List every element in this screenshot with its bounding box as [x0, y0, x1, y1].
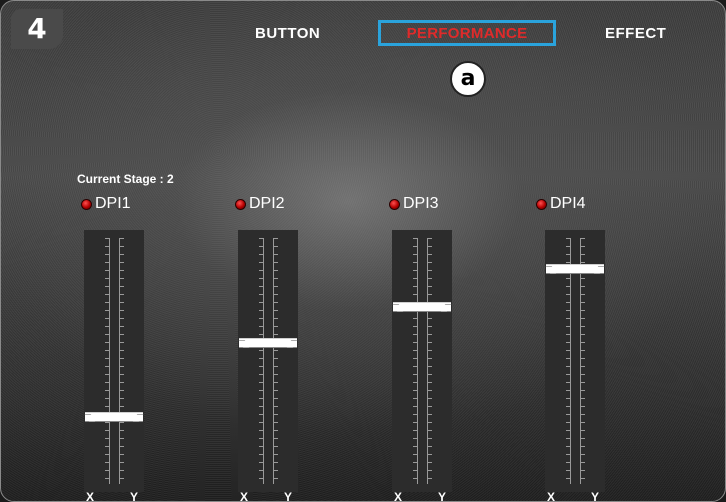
dpi3-selector[interactable]: DPI3 — [389, 195, 439, 213]
dpi-indicator-icon — [235, 198, 246, 210]
dpi3-x-label: X — [394, 490, 403, 502]
dpi3-y-label: Y — [438, 490, 447, 502]
dpi4-y-label: Y — [591, 490, 600, 502]
current-stage-label: Current Stage : 2 — [77, 172, 174, 186]
dpi2-y-label: Y — [284, 490, 293, 502]
slider-rail — [263, 238, 264, 484]
dpi4-label: DPI4 — [550, 195, 586, 212]
slider-ticks — [413, 238, 417, 484]
dpi2-slider[interactable] — [238, 230, 298, 492]
slider-rail — [109, 238, 110, 484]
dpi2-selector[interactable]: DPI2 — [235, 195, 285, 213]
dpi-indicator-icon — [536, 198, 547, 210]
dpi4-x-label: X — [547, 490, 556, 502]
dpi3-slider[interactable] — [392, 230, 452, 492]
tab-effect[interactable]: EFFECT — [605, 25, 666, 42]
step-badge: 4 — [11, 9, 63, 49]
dpi2-x-label: X — [240, 490, 249, 502]
slider-ticks — [566, 238, 570, 484]
dpi2-slider-thumb[interactable] — [239, 338, 297, 349]
slider-ticks — [259, 238, 263, 484]
slider-ticks — [274, 238, 278, 484]
slider-ticks — [105, 238, 109, 484]
dpi2-label: DPI2 — [249, 195, 285, 212]
dpi1-label: DPI1 — [95, 195, 131, 212]
dpi3-slider-thumb[interactable] — [393, 302, 451, 313]
slider-rail — [417, 238, 418, 484]
dpi4-slider-thumb[interactable] — [546, 264, 604, 275]
slider-rail — [570, 238, 571, 484]
dpi-indicator-icon — [81, 198, 92, 210]
dpi1-x-label: X — [86, 490, 95, 502]
tab-button[interactable]: BUTTON — [255, 25, 320, 42]
tab-performance[interactable]: PERFORMANCE — [378, 20, 556, 46]
dpi1-selector[interactable]: DPI1 — [81, 195, 131, 213]
app-window: 4 BUTTON PERFORMANCE EFFECT a Current St… — [0, 0, 726, 502]
dpi4-slider[interactable] — [545, 230, 605, 492]
dpi1-slider-thumb[interactable] — [85, 412, 143, 422]
tab-performance-label: PERFORMANCE — [406, 24, 528, 42]
dpi-indicator-icon — [389, 198, 400, 210]
dpi1-slider[interactable] — [84, 230, 144, 492]
slider-ticks — [428, 238, 432, 484]
slider-ticks — [120, 238, 124, 484]
dpi4-selector[interactable]: DPI4 — [536, 195, 586, 213]
dpi3-label: DPI3 — [403, 195, 439, 212]
callout-marker: a — [450, 61, 486, 97]
slider-ticks — [581, 238, 585, 484]
dpi1-y-label: Y — [130, 490, 139, 502]
